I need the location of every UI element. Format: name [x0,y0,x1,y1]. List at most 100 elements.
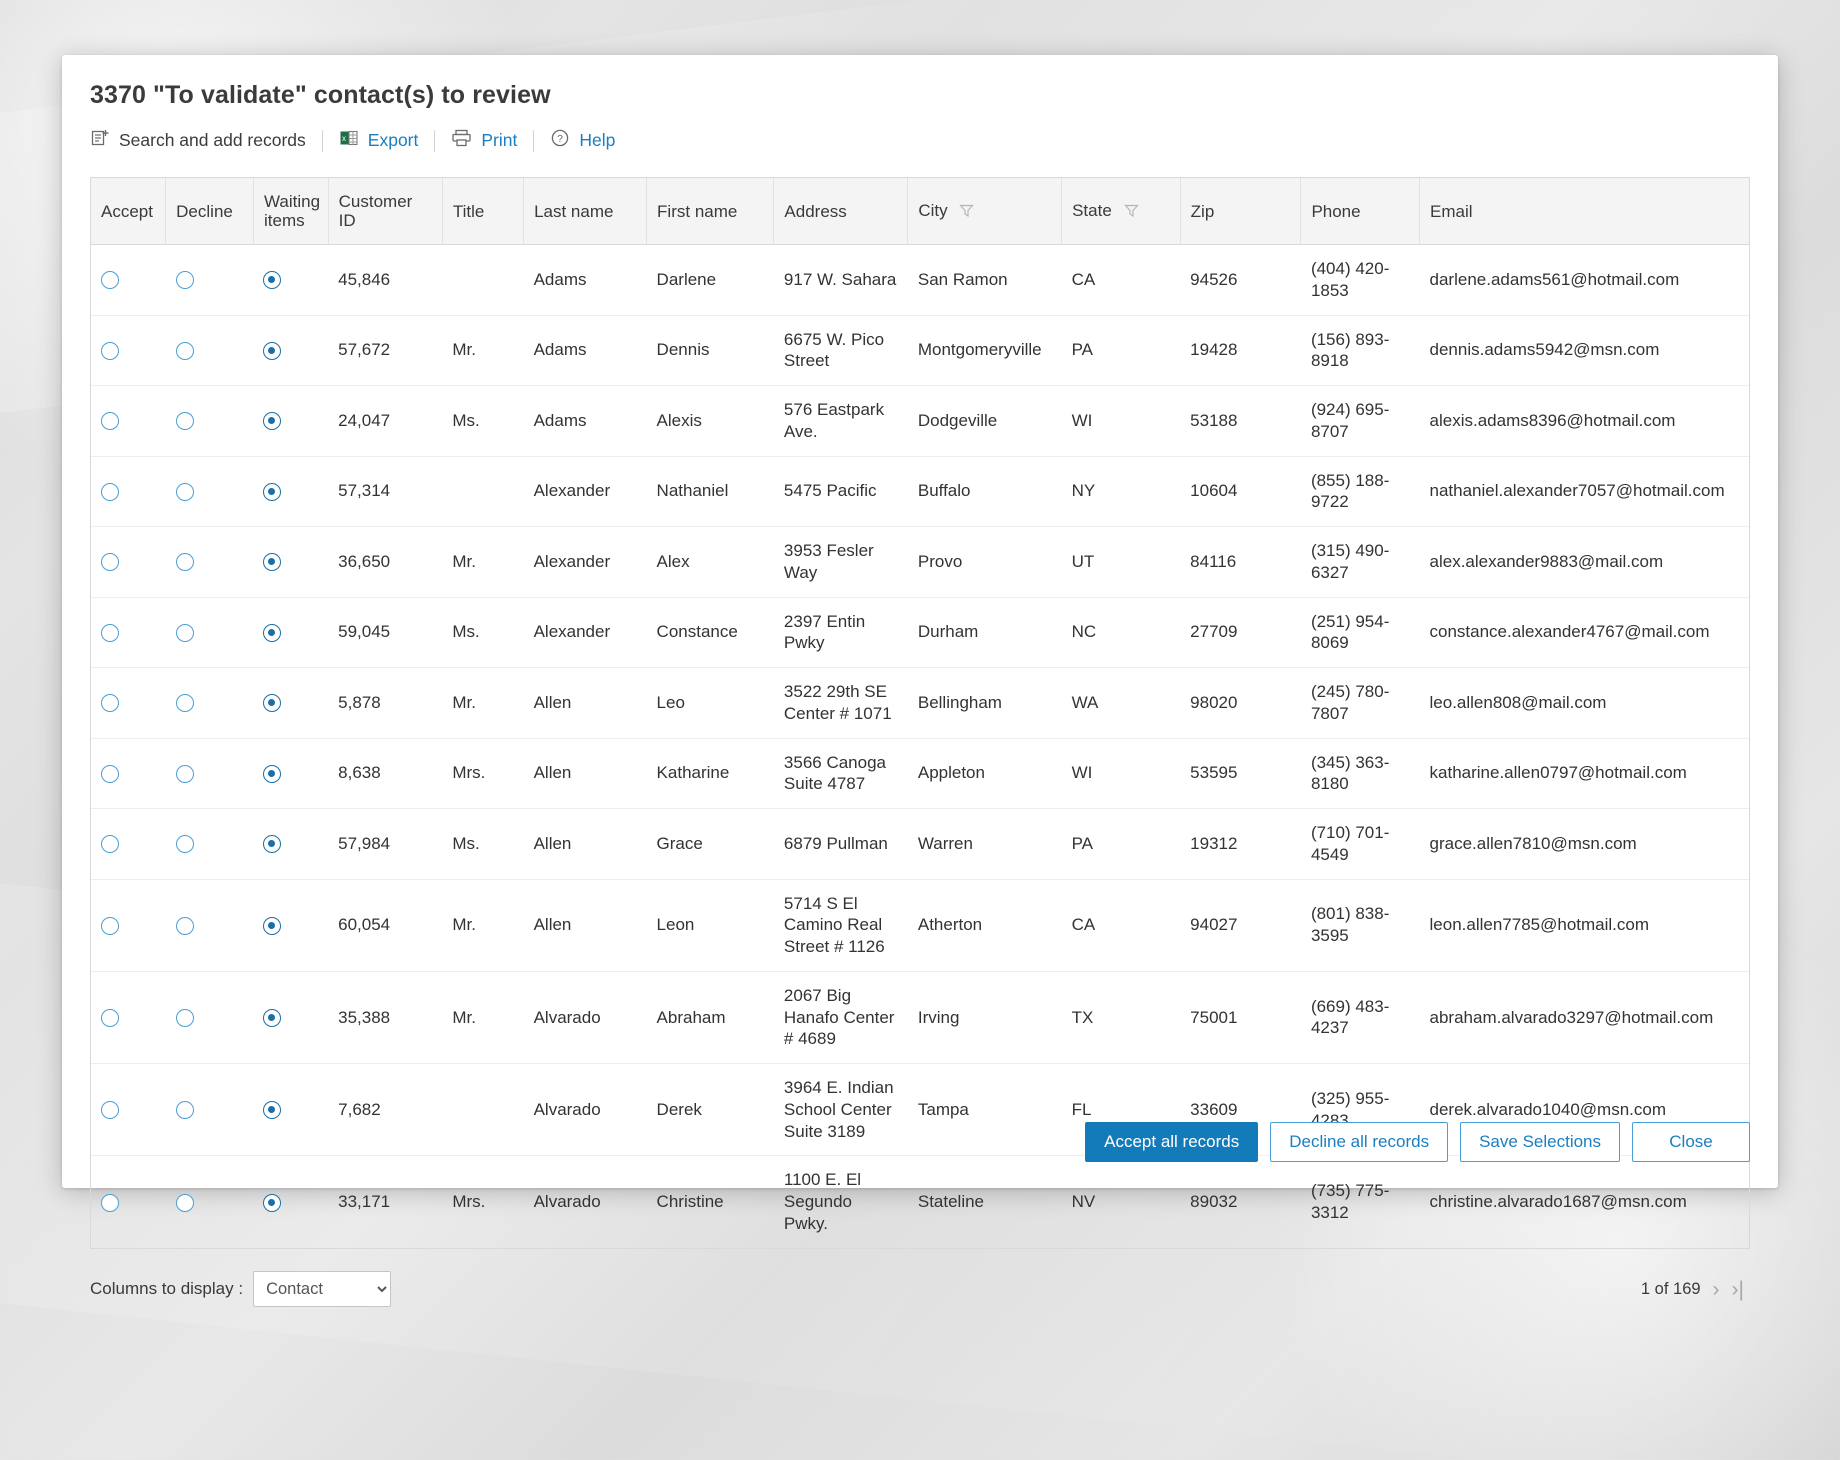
accept-cell[interactable] [91,738,166,809]
decline-cell[interactable] [166,1156,254,1248]
accept-cell[interactable] [91,879,166,971]
waiting-items-radio[interactable] [263,271,281,289]
column-header-last-name[interactable]: Last name [524,178,647,245]
accept-all-records-button[interactable]: Accept all records [1085,1122,1258,1162]
decline-cell[interactable] [166,879,254,971]
accept-cell[interactable] [91,1064,166,1156]
decline-radio[interactable] [176,694,194,712]
decline-radio[interactable] [176,1194,194,1212]
accept-cell[interactable] [91,456,166,527]
column-header-title[interactable]: Title [442,178,523,245]
last-page-icon[interactable]: ›| [1732,1279,1744,1300]
waiting-items-cell[interactable] [253,1156,328,1248]
waiting-items-radio[interactable] [263,835,281,853]
waiting-items-cell[interactable] [253,1064,328,1156]
waiting-items-radio[interactable] [263,624,281,642]
decline-cell[interactable] [166,971,254,1063]
decline-cell[interactable] [166,245,254,316]
save-selections-button[interactable]: Save Selections [1460,1122,1620,1162]
columns-to-display-select[interactable]: Contact [253,1271,391,1307]
waiting-items-cell[interactable] [253,527,328,598]
accept-cell[interactable] [91,971,166,1063]
waiting-items-cell[interactable] [253,597,328,668]
accept-cell[interactable] [91,668,166,739]
waiting-items-radio[interactable] [263,1009,281,1027]
accept-radio[interactable] [101,412,119,430]
decline-radio[interactable] [176,835,194,853]
search-and-add-records-button[interactable]: Search and add records [90,126,322,155]
column-header-city[interactable]: City [908,178,1062,245]
decline-cell[interactable] [166,527,254,598]
decline-radio[interactable] [176,1009,194,1027]
waiting-items-radio[interactable] [263,483,281,501]
waiting-items-cell[interactable] [253,971,328,1063]
column-header-email[interactable]: Email [1420,178,1749,245]
accept-radio[interactable] [101,624,119,642]
decline-radio[interactable] [176,624,194,642]
waiting-items-cell[interactable] [253,245,328,316]
decline-radio[interactable] [176,271,194,289]
waiting-items-cell[interactable] [253,315,328,386]
decline-radio[interactable] [176,917,194,935]
filter-icon-city[interactable] [959,203,974,222]
accept-radio[interactable] [101,835,119,853]
column-header-zip[interactable]: Zip [1180,178,1301,245]
column-header-decline[interactable]: Decline [166,178,254,245]
decline-cell[interactable] [166,1064,254,1156]
waiting-items-radio[interactable] [263,1194,281,1212]
accept-radio[interactable] [101,553,119,571]
waiting-items-cell[interactable] [253,668,328,739]
accept-cell[interactable] [91,386,166,457]
decline-cell[interactable] [166,456,254,527]
decline-cell[interactable] [166,809,254,880]
print-button[interactable]: Print [451,126,533,155]
column-header-accept[interactable]: Accept [91,178,166,245]
accept-radio[interactable] [101,765,119,783]
decline-all-records-button[interactable]: Decline all records [1270,1122,1448,1162]
accept-cell[interactable] [91,315,166,386]
accept-radio[interactable] [101,917,119,935]
decline-radio[interactable] [176,412,194,430]
accept-cell[interactable] [91,1156,166,1248]
waiting-items-cell[interactable] [253,879,328,971]
accept-radio[interactable] [101,483,119,501]
waiting-items-radio[interactable] [263,1101,281,1119]
column-header-state[interactable]: State [1062,178,1181,245]
decline-radio[interactable] [176,553,194,571]
waiting-items-radio[interactable] [263,765,281,783]
accept-cell[interactable] [91,597,166,668]
waiting-items-cell[interactable] [253,386,328,457]
accept-radio[interactable] [101,694,119,712]
column-header-customer-id[interactable]: Customer ID [328,178,442,245]
export-button[interactable]: x Export [339,126,435,155]
waiting-items-radio[interactable] [263,553,281,571]
close-button[interactable]: Close [1632,1122,1750,1162]
waiting-items-cell[interactable] [253,809,328,880]
decline-radio[interactable] [176,765,194,783]
accept-cell[interactable] [91,245,166,316]
accept-radio[interactable] [101,1194,119,1212]
waiting-items-cell[interactable] [253,738,328,809]
column-header-phone[interactable]: Phone [1301,178,1420,245]
decline-cell[interactable] [166,668,254,739]
accept-cell[interactable] [91,527,166,598]
column-header-waiting-items[interactable]: Waiting items [253,178,328,245]
waiting-items-radio[interactable] [263,412,281,430]
waiting-items-radio[interactable] [263,342,281,360]
decline-cell[interactable] [166,738,254,809]
decline-radio[interactable] [176,1101,194,1119]
accept-radio[interactable] [101,342,119,360]
decline-cell[interactable] [166,386,254,457]
waiting-items-radio[interactable] [263,917,281,935]
accept-radio[interactable] [101,1101,119,1119]
accept-radio[interactable] [101,1009,119,1027]
column-header-first-name[interactable]: First name [647,178,774,245]
decline-radio[interactable] [176,483,194,501]
decline-radio[interactable] [176,342,194,360]
accept-radio[interactable] [101,271,119,289]
column-header-address[interactable]: Address [774,178,908,245]
waiting-items-cell[interactable] [253,456,328,527]
next-page-icon[interactable]: › [1713,1279,1720,1300]
waiting-items-radio[interactable] [263,694,281,712]
filter-icon-state[interactable] [1124,203,1139,222]
